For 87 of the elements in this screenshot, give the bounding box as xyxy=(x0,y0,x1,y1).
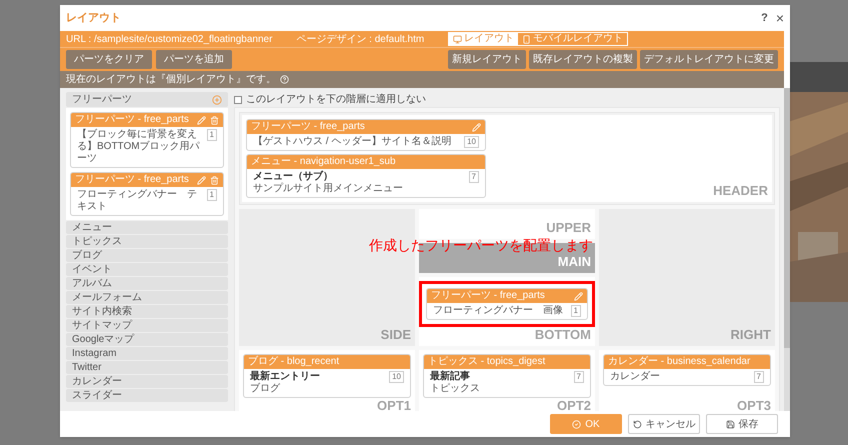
annotation-text: 作成したフリーパーツを配置します xyxy=(369,237,593,253)
layout-part[interactable]: フリーパーツ - free_parts フローティングバナー 画像 1 xyxy=(426,288,588,320)
part-description: ブログ xyxy=(250,383,281,395)
area-label: UPPER xyxy=(546,220,591,235)
category-item[interactable]: Instagram xyxy=(66,347,228,360)
usage-count: 7 xyxy=(574,371,584,383)
category-item[interactable]: メールフォーム xyxy=(66,291,228,304)
usage-count: 1 xyxy=(206,189,217,201)
smartphone-icon xyxy=(522,34,532,44)
part-description: 【ゲストハウス / ヘッダー】サイト名＆説明 xyxy=(253,136,452,148)
save-button[interactable]: 保存 xyxy=(706,414,778,434)
dialog-title: レイアウト xyxy=(66,10,121,26)
layout-part[interactable]: カレンダー - business_calendar カレンダー 7 xyxy=(603,354,771,386)
usage-count: 10 xyxy=(464,136,479,148)
category-item[interactable]: メニュー xyxy=(66,221,228,234)
page-design: ページデザイン : default.htm xyxy=(296,32,424,46)
category-item[interactable]: カレンダー xyxy=(66,375,228,388)
category-item[interactable]: サイト内検索 xyxy=(66,305,228,318)
usage-count: 10 xyxy=(389,371,404,383)
area-label: OPT3 xyxy=(737,398,771,411)
part-type: フリーパーツ - free_parts xyxy=(251,121,365,133)
layout-part[interactable]: ブログ - blog_recent 最新エントリー ブログ 10 xyxy=(243,354,411,398)
close-button[interactable]: × xyxy=(776,11,784,25)
part-title: 最新エントリー xyxy=(250,371,320,382)
toolbar-button[interactable]: パーツをクリア xyxy=(66,50,152,69)
area-label: BOTTOM xyxy=(534,327,591,342)
part-type: フリーパーツ - free_parts xyxy=(431,290,545,302)
help-icon[interactable] xyxy=(280,75,289,84)
category-header[interactable]: フリーパーツ xyxy=(66,92,228,107)
part-description: サンプルサイト用メインメニュー xyxy=(253,183,403,195)
usage-count: 7 xyxy=(468,171,479,183)
category-item[interactable]: サイトマップ xyxy=(66,319,228,332)
notice-text: 現在のレイアウトは『個別レイアウト』です。 xyxy=(66,72,276,87)
layout-part[interactable]: メニュー - navigation-user1_sub メニュー（サブ） サンプルサイト用メインメニュー 7 xyxy=(246,154,486,198)
usage-count: 7 xyxy=(754,371,764,383)
apply-checkbox[interactable]: このレイアウトを下の階層に適用しない xyxy=(234,92,780,107)
usage-count: 1 xyxy=(206,129,217,141)
part-description: フローティングバナー 画像 xyxy=(433,305,563,317)
check-icon xyxy=(572,420,582,428)
edit-icon[interactable] xyxy=(472,122,481,132)
layout-part[interactable]: フリーパーツ - free_parts 【ブロック毎に背景を変える】BOTTOMブロック用パーツ 1 xyxy=(70,112,224,168)
toolbar-button[interactable]: 既存レイアウトの複製 xyxy=(529,50,637,69)
area-label: OPT2 xyxy=(557,398,591,411)
part-type: フリーパーツ - free_parts xyxy=(75,174,189,186)
part-description: カレンダー xyxy=(610,371,660,383)
part-type: フリーパーツ - free_parts xyxy=(75,114,189,126)
part-type: ブログ - blog_recent xyxy=(248,356,340,368)
save-icon xyxy=(726,420,734,428)
edit-icon[interactable] xyxy=(197,116,206,124)
edit-icon[interactable] xyxy=(197,176,206,184)
toolbar-button[interactable]: デフォルトレイアウトに変更 xyxy=(640,50,778,69)
scrollbar[interactable] xyxy=(784,88,790,411)
part-type: カレンダー - business_calendar xyxy=(608,356,750,368)
category-item[interactable]: イベント xyxy=(66,263,228,276)
part-description: 【ブロック毎に背景を変える】BOTTOMブロック用パーツ xyxy=(77,129,201,165)
category-item[interactable]: Twitter xyxy=(66,361,228,374)
undo-icon xyxy=(632,420,642,428)
toolbar-button[interactable]: 新規レイアウト xyxy=(448,50,526,69)
part-title: 最新記事 xyxy=(430,371,471,383)
area-label: HEADER xyxy=(713,183,768,198)
part-type: メニュー - navigation-user1_sub xyxy=(251,156,396,168)
usage-count: 1 xyxy=(570,305,581,317)
area-label: RIGHT xyxy=(730,327,771,342)
area-label: OPT1 xyxy=(377,398,411,411)
edit-icon[interactable] xyxy=(574,292,583,300)
category-item[interactable]: ブログ xyxy=(66,249,228,262)
layout-part[interactable]: トピックス - topics_digest 最新記事 トピックス 7 xyxy=(423,354,591,398)
category-item[interactable]: Googleマップ xyxy=(66,333,228,346)
layout-part[interactable]: フリーパーツ - free_parts 【ゲストハウス / ヘッダー】サイト名＆説明 10 xyxy=(246,119,486,151)
part-description: トピックス xyxy=(430,383,480,395)
category-item[interactable]: スライダー xyxy=(66,389,228,402)
delete-icon[interactable] xyxy=(210,116,219,124)
category-item[interactable]: トピックス xyxy=(66,235,228,248)
part-description: フローティングバナー テキスト xyxy=(77,189,198,213)
part-title: メニュー（サブ） xyxy=(253,171,334,182)
page-url: URL : /samplesite/customize02_floatingbanner xyxy=(66,32,272,46)
monitor-icon xyxy=(453,34,462,44)
add-icon[interactable] xyxy=(212,94,222,104)
layout-part[interactable]: フリーパーツ - free_parts フローティングバナー テキスト 1 xyxy=(70,172,224,216)
toolbar-button[interactable]: パーツを追加 xyxy=(156,50,232,69)
area-label: SIDE xyxy=(380,327,411,342)
area-label: MAIN xyxy=(558,254,591,269)
delete-icon[interactable] xyxy=(210,176,219,184)
cancel-button[interactable]: キャンセル xyxy=(628,414,700,434)
help-button[interactable]: ? xyxy=(761,10,768,26)
part-type: トピックス - topics_digest xyxy=(428,356,546,368)
category-item[interactable]: アルバム xyxy=(66,277,228,290)
